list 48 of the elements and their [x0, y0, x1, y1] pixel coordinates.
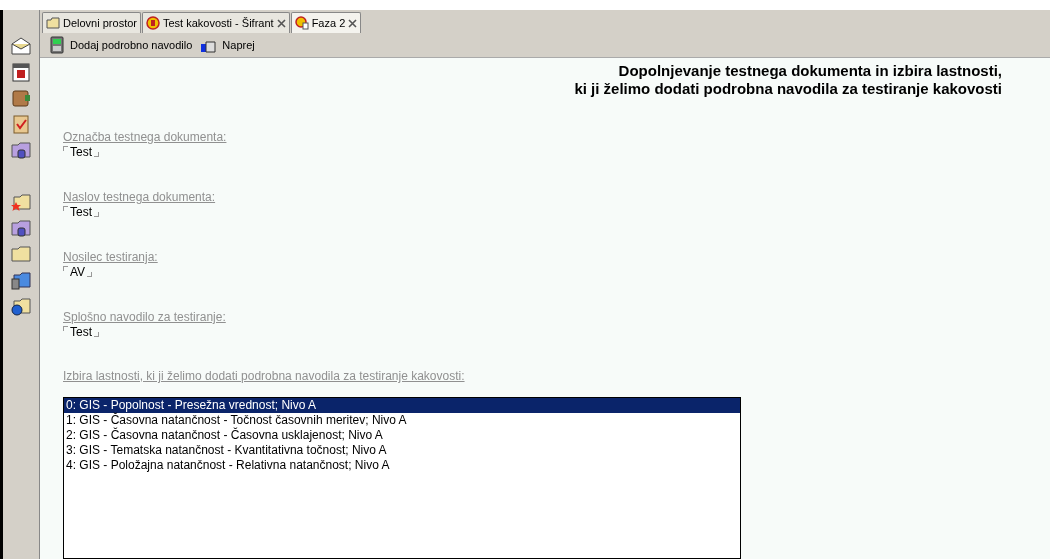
field-end-mark — [94, 212, 99, 217]
tab-label: Faza 2 — [311, 15, 346, 31]
field-value[interactable]: Test — [70, 204, 92, 219]
clipboard-icon[interactable] — [10, 113, 32, 135]
toolbar-button[interactable]: Dodaj podrobno navodilo — [48, 36, 193, 54]
list-item[interactable]: 4: GIS - Položajna natančnost - Relativna natančnost; Nivo A — [64, 458, 740, 473]
field-start-mark — [63, 266, 68, 271]
field-label: Nosilec testiranja: — [63, 251, 158, 264]
field-start-mark — [63, 326, 68, 331]
folder-globe-icon[interactable] — [10, 295, 32, 317]
device-icon — [48, 36, 66, 54]
list-label: Izbira lastnosti, ki ji želimo dodati podrobna navodila za testiranje kakovosti: — [63, 370, 466, 383]
list-item[interactable]: 3: GIS - Tematska natančnost - Kvantitativna točnost; Nivo A — [64, 443, 740, 458]
list-item[interactable]: 1: GIS - Časovna natančnost - Točnost časovnih meritev; Nivo A — [64, 413, 740, 428]
field-value[interactable]: Test — [70, 324, 92, 339]
property-listbox[interactable] — [63, 397, 741, 559]
folder-star-icon[interactable] — [10, 191, 32, 213]
field-end-mark — [87, 272, 93, 277]
toolbar-button[interactable]: Naprej — [200, 36, 255, 54]
field-value[interactable]: AV — [70, 264, 86, 279]
wallet-icon[interactable] — [10, 87, 32, 109]
tab[interactable]: Delovni prostor — [42, 12, 141, 33]
logo-icon — [146, 16, 160, 30]
folder-database-icon[interactable] — [10, 139, 32, 161]
field-label: Naslov testnega dokumenta: — [63, 191, 216, 204]
page-title: Dopolnjevanje testnega dokumenta in izbira lastnosti, — [618, 62, 1002, 80]
close-icon[interactable] — [276, 18, 286, 28]
field-start-mark — [63, 206, 68, 211]
field-label: Označba testnega dokumenta: — [63, 131, 227, 144]
logo-document-icon — [294, 16, 309, 30]
tab-label: Delovni prostor — [63, 15, 137, 31]
field-start-mark — [63, 146, 68, 151]
field-value[interactable]: Test — [70, 144, 92, 159]
calendar-icon[interactable] — [10, 61, 32, 83]
close-icon[interactable] — [348, 18, 358, 28]
page-title: ki ji želimo dodati podrobna navodila za testiranje kakovosti — [574, 80, 1002, 98]
tab[interactable]: Faza 2 — [290, 12, 362, 33]
folder-icon — [46, 16, 60, 30]
list-item[interactable]: 0: GIS - Popolnost - Presežna vrednost; Nivo A — [64, 398, 740, 413]
tab-label: Test kakovosti - Šifrant — [163, 15, 274, 31]
field-end-mark — [94, 152, 99, 157]
tab[interactable]: Test kakovosti - Šifrant — [142, 12, 290, 33]
field-label: Splošno navodilo za testiranje: — [63, 311, 226, 324]
envelope-icon[interactable] — [10, 35, 32, 57]
list-item[interactable]: 2: GIS - Časovna natančnost - Časovna usklajenost; Nivo A — [64, 428, 740, 443]
folder-database-icon[interactable] — [10, 217, 32, 239]
folder-column-icon[interactable] — [10, 269, 32, 291]
field-end-mark — [94, 332, 99, 337]
